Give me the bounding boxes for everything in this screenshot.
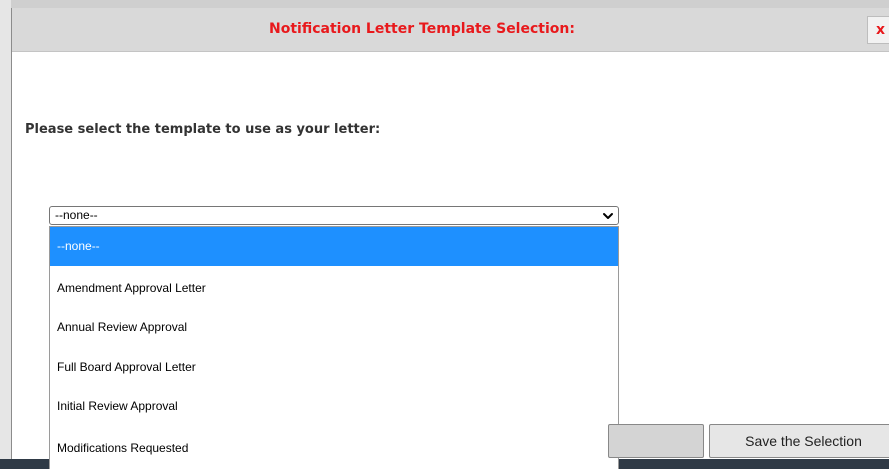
background-page-edge — [0, 0, 11, 469]
close-button[interactable]: x — [867, 16, 889, 44]
dialog-header: Notification Letter Template Selection: … — [12, 8, 889, 52]
template-option-modifications-requested[interactable]: Modifications Requested — [50, 429, 618, 468]
chevron-down-icon — [603, 213, 613, 219]
secondary-button[interactable] — [608, 424, 704, 458]
dialog-title: Notification Letter Template Selection: — [269, 21, 575, 37]
template-option-annual-review-approval[interactable]: Annual Review Approval — [50, 308, 618, 347]
template-select-value: --none-- — [55, 208, 98, 222]
template-option-initial-review-approval[interactable]: Initial Review Approval — [50, 387, 618, 426]
template-select[interactable]: --none-- — [49, 206, 619, 225]
template-prompt-label: Please select the template to use as you… — [25, 122, 381, 137]
template-selection-dialog: Notification Letter Template Selection: … — [11, 8, 889, 469]
template-option-amendment-approval-letter[interactable]: Amendment Approval Letter — [50, 269, 618, 308]
save-selection-button[interactable]: Save the Selection — [709, 424, 889, 458]
template-option-none[interactable]: --none-- — [50, 227, 618, 266]
background-page-strip — [0, 0, 889, 8]
template-options-list: --none-- Amendment Approval Letter Annua… — [49, 226, 619, 469]
screen: Notification Letter Template Selection: … — [0, 0, 889, 469]
template-option-full-board-approval-letter[interactable]: Full Board Approval Letter — [50, 348, 618, 387]
